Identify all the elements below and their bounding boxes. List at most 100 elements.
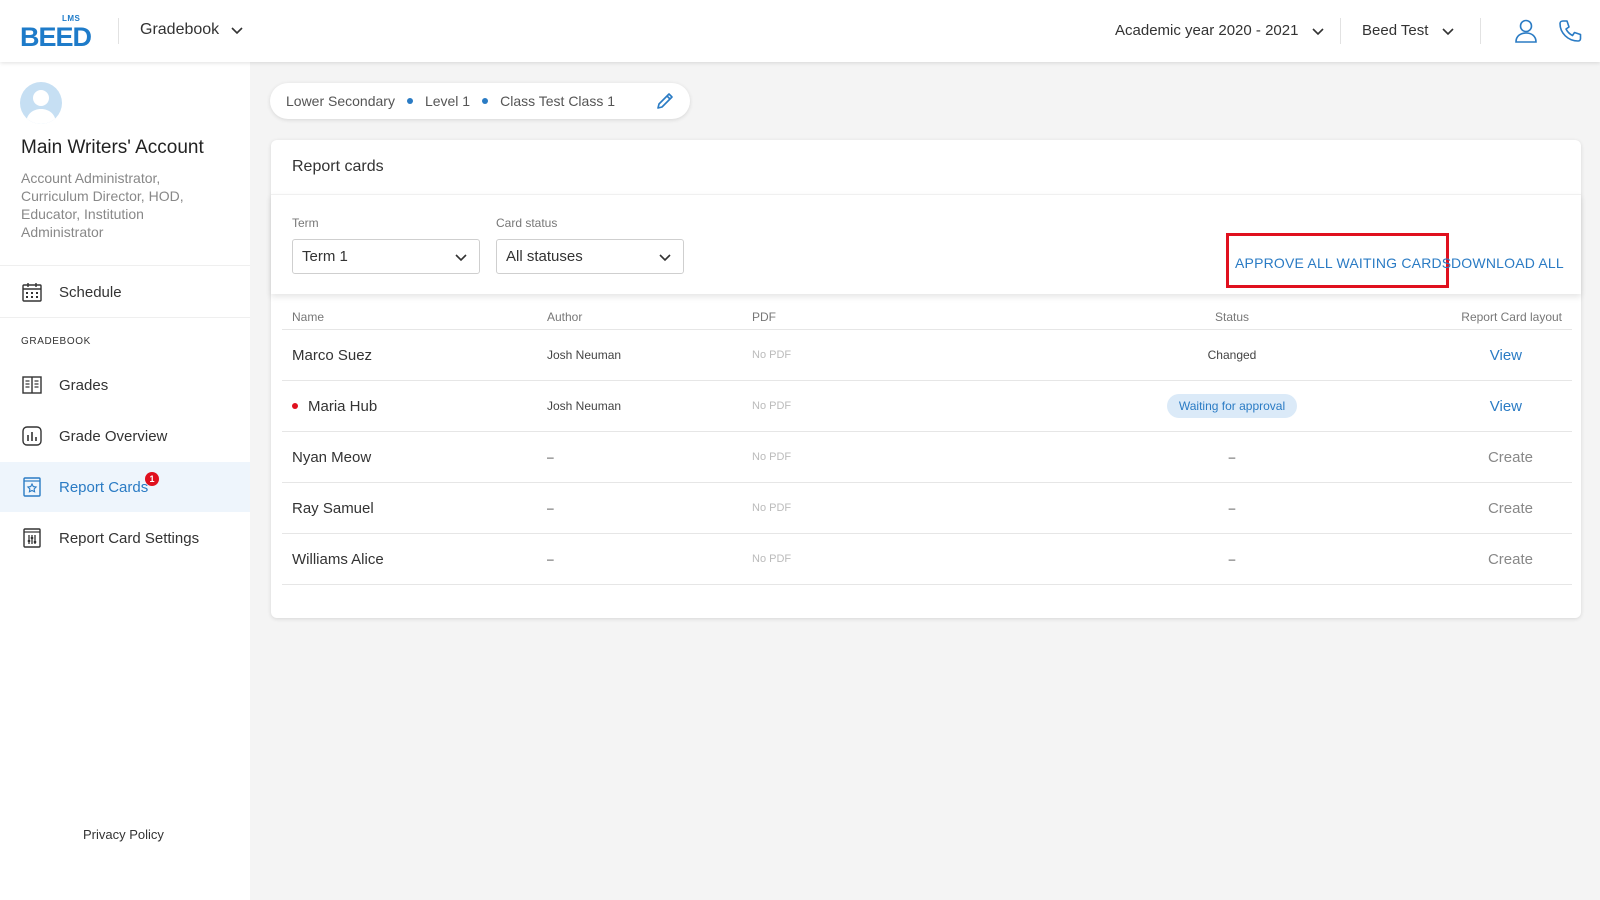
column-header-name[interactable]: Name: [292, 304, 324, 330]
author-name: –: [547, 552, 554, 566]
column-header-pdf[interactable]: PDF: [752, 304, 776, 330]
pdf-status: No PDF: [752, 349, 792, 361]
report-card-icon: [23, 477, 41, 497]
chevron-down-icon: [455, 254, 467, 262]
card-status-select[interactable]: All statuses: [496, 239, 684, 274]
table-row[interactable]: Nyan Meow – No PDF – Create: [282, 432, 1572, 483]
settings-card-icon: [23, 528, 41, 548]
table-row[interactable]: Marco Suez Josh Neuman No PDF Changed Vi…: [282, 330, 1572, 381]
avatar-icon: [26, 90, 56, 124]
card-status: –: [1228, 552, 1236, 566]
pdf-status: No PDF: [752, 502, 792, 514]
author-name: –: [547, 501, 554, 515]
student-name: Marco Suez: [292, 346, 373, 364]
breadcrumb-item[interactable]: Class Test Class 1: [500, 93, 615, 109]
status-badge: Waiting for approval: [1166, 394, 1298, 418]
institution-selector[interactable]: Beed Test: [1362, 22, 1456, 39]
sidebar-item-label: Schedule: [59, 283, 122, 301]
sidebar-item-label: Report Cards: [59, 478, 149, 496]
table-row[interactable]: Ray Samuel – No PDF – Create: [282, 483, 1572, 534]
student-name: Maria Hub: [308, 397, 378, 415]
sidebar-item-report-cards[interactable]: Report Cards 1: [0, 462, 250, 512]
avatar[interactable]: [20, 82, 62, 124]
privacy-policy-link[interactable]: Privacy Policy: [83, 827, 164, 842]
divider: [118, 18, 119, 44]
top-bar: LMS BEED Gradebook Academic year 2020 - …: [0, 0, 1600, 62]
create-link[interactable]: Create: [1488, 500, 1562, 517]
breadcrumb-separator: [482, 98, 489, 104]
chevron-down-icon: [1442, 27, 1455, 35]
author-name: Josh Neuman: [547, 348, 622, 362]
user-icon[interactable]: [1513, 18, 1539, 44]
divider: [0, 317, 250, 318]
view-link[interactable]: View: [1490, 347, 1562, 364]
pdf-status: No PDF: [752, 553, 792, 565]
sidebar-item-schedule[interactable]: Schedule: [0, 267, 250, 317]
student-name: Ray Samuel: [292, 499, 374, 517]
pdf-status: No PDF: [752, 400, 792, 412]
breadcrumb-item[interactable]: Lower Secondary: [286, 93, 395, 109]
chart-icon: [22, 426, 42, 446]
term-select-value: Term 1: [302, 248, 348, 265]
chevron-down-icon: [1312, 27, 1325, 35]
brand-logo[interactable]: LMS BEED: [20, 14, 96, 52]
download-all-button[interactable]: DOWNLOAD ALL: [1451, 255, 1564, 271]
card-status-label: Card status: [496, 216, 558, 230]
academic-year-selector[interactable]: Academic year 2020 - 2021: [1115, 22, 1326, 39]
sidebar-item-grades[interactable]: Grades: [0, 360, 250, 410]
breadcrumb-separator: [406, 98, 413, 104]
student-name-cell: Maria Hub: [292, 381, 377, 431]
author-name: Josh Neuman: [547, 399, 622, 413]
report-cards-panel: Report cards Term Term 1 Card status All…: [271, 140, 1581, 618]
column-header-author[interactable]: Author: [547, 304, 582, 330]
academic-year-label: Academic year 2020 - 2021: [1115, 22, 1299, 39]
sidebar-item-label: Report Card Settings: [59, 529, 200, 547]
pdf-status: No PDF: [752, 451, 792, 463]
pencil-icon[interactable]: [654, 90, 676, 112]
create-link[interactable]: Create: [1488, 449, 1562, 466]
divider: [1480, 18, 1481, 44]
sidebar-item-grade-overview[interactable]: Grade Overview: [0, 411, 250, 461]
term-select[interactable]: Term 1: [292, 239, 480, 274]
author-name: –: [547, 450, 554, 464]
book-icon: [22, 376, 42, 394]
student-name: Nyan Meow: [292, 448, 372, 466]
breadcrumb-item[interactable]: Level 1: [425, 93, 470, 109]
filter-bar: Term Term 1 Card status All statuses APP…: [271, 194, 1581, 294]
sidebar-item-label: Grade Overview: [59, 427, 168, 445]
section-label-gradebook: GRADEBOOK: [21, 336, 91, 347]
breadcrumb: Lower Secondary Level 1 Class Test Class…: [270, 83, 690, 119]
calendar-icon: [22, 283, 42, 302]
sidebar-item-label: Grades: [59, 376, 109, 394]
divider: [1340, 18, 1341, 44]
approve-all-button[interactable]: APPROVE ALL WAITING CARDS: [1235, 255, 1451, 271]
report-cards-table: Name Author PDF Status Report Card layou…: [282, 304, 1572, 585]
table-row[interactable]: Williams Alice – No PDF – Create: [282, 534, 1572, 585]
table-row[interactable]: Maria Hub Josh Neuman No PDF Waiting for…: [282, 381, 1572, 432]
phone-icon[interactable]: [1557, 18, 1583, 44]
logo-word: BEED: [20, 22, 92, 52]
card-status: –: [1228, 501, 1236, 515]
view-link[interactable]: View: [1490, 398, 1562, 415]
sidebar: Main Writers' Account Account Administra…: [0, 62, 250, 900]
card-status-select-value: All statuses: [506, 248, 583, 265]
panel-title: Report cards: [292, 158, 384, 175]
divider: [0, 265, 250, 266]
chevron-down-icon: [231, 27, 243, 35]
card-status: –: [1228, 450, 1236, 464]
user-roles: Account Administrator, Curriculum Direct…: [21, 170, 184, 240]
column-header-status[interactable]: Status: [1042, 304, 1422, 330]
column-header-layout[interactable]: Report Card layout: [1422, 304, 1562, 330]
app-selector[interactable]: Gradebook: [140, 21, 245, 39]
user-name: Main Writers' Account: [21, 137, 204, 158]
chevron-down-icon: [659, 254, 671, 262]
create-link[interactable]: Create: [1488, 551, 1562, 568]
student-name: Williams Alice: [292, 550, 384, 568]
unread-dot: [292, 403, 298, 409]
card-status: Changed: [1207, 348, 1257, 362]
sidebar-item-report-card-settings[interactable]: Report Card Settings: [0, 513, 250, 563]
app-selector-label: Gradebook: [140, 21, 220, 38]
institution-label: Beed Test: [1362, 22, 1429, 39]
table-header: Name Author PDF Status Report Card layou…: [282, 304, 1572, 330]
term-label: Term: [292, 216, 319, 230]
